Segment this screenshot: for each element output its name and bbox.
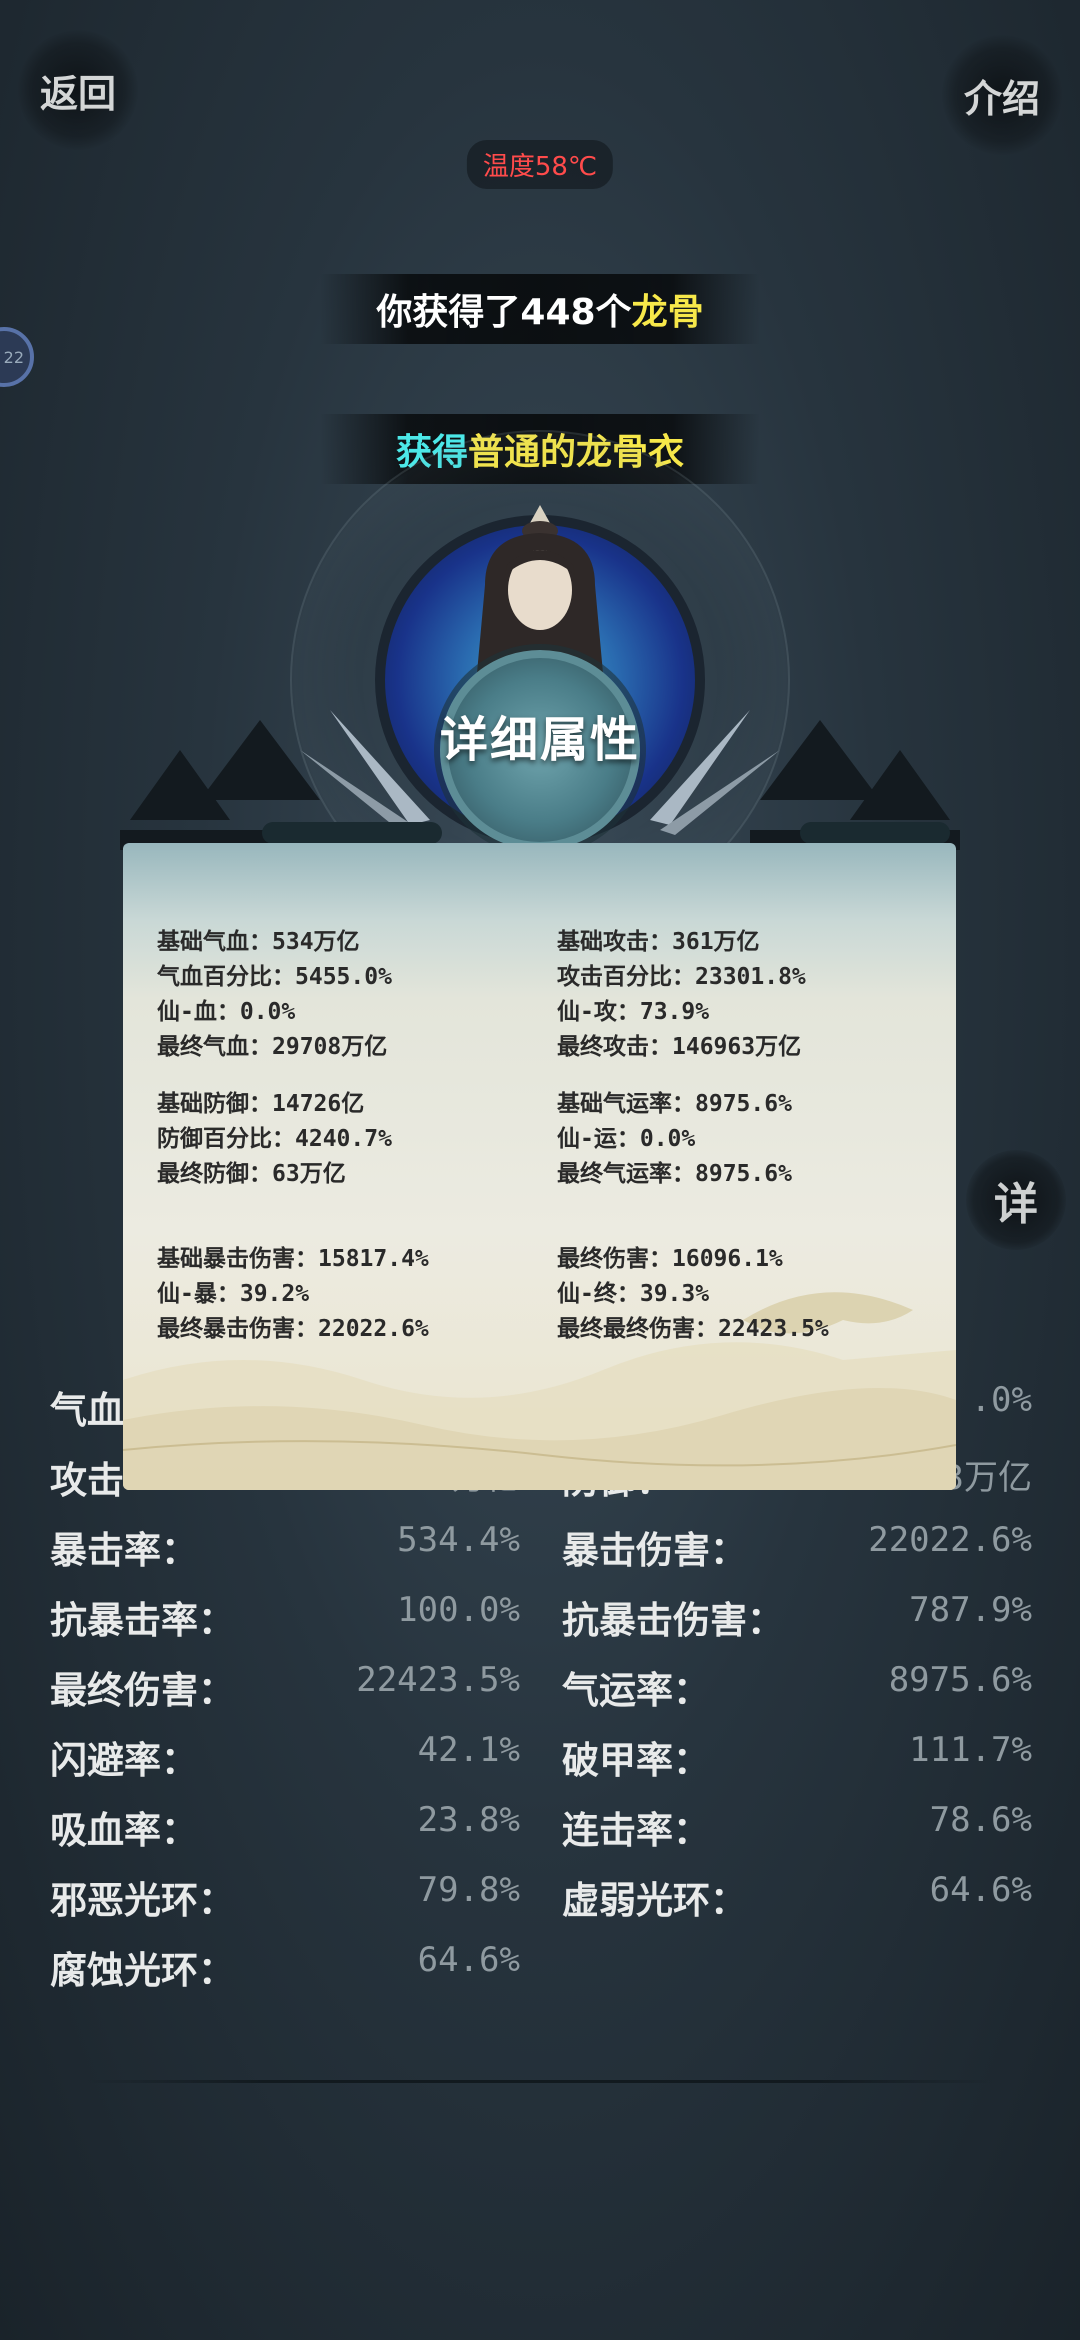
attribute-cell: 气运率： 8975.6%: [562, 1660, 1032, 1720]
attribute-line: 最终防御：63万亿: [157, 1161, 346, 1187]
attribute-line: 基础气血：534万亿: [157, 929, 360, 955]
attribute-cell: [562, 1940, 1032, 2000]
attribute-label: 破甲率：: [562, 1739, 710, 1782]
attribute-value: 64.6%: [929, 1870, 1032, 1910]
attribute-line: 仙-血：0.0%: [157, 999, 296, 1025]
attribute-value: 22022.6%: [868, 1520, 1032, 1560]
attribute-row: 吸血率： 23.8% 连击率： 78.6%: [50, 1800, 1032, 1860]
attribute-label: 抗暴击伤害：: [562, 1599, 784, 1642]
attribute-line: 基础暴击伤害：15817.4%: [157, 1246, 429, 1272]
attribute-group: 基础攻击：361万亿攻击百分比：23301.8% 仙-攻：73.9% 最终攻击：14…: [557, 925, 947, 1065]
attribute-line: 基础攻击：361万亿: [557, 929, 760, 955]
side-level-badge[interactable]: 22: [0, 327, 34, 387]
divider: [80, 2080, 1000, 2083]
attribute-label: 邪恶光环：: [50, 1879, 235, 1922]
attribute-line: 仙-终：39.3%: [557, 1281, 710, 1307]
temperature-indicator: 温度58℃: [466, 140, 614, 189]
attribute-group: 基础暴击伤害：15817.4% 仙-暴：39.2% 最终暴击伤害：22022.6%: [157, 1242, 547, 1347]
attribute-label: 攻击: [50, 1459, 124, 1502]
attribute-row: 最终伤害： 22423.5% 气运率： 8975.6%: [50, 1660, 1032, 1720]
attribute-cell: 邪恶光环： 79.8%: [50, 1870, 520, 1930]
attribute-label: 最终伤害：: [50, 1669, 235, 1712]
attribute-line: 最终气血：29708万亿: [157, 1034, 388, 1060]
attribute-label: 暴击率：: [50, 1529, 198, 1572]
attribute-value: 64.6%: [417, 1940, 520, 1980]
attribute-value: 100.0%: [397, 1590, 520, 1630]
attribute-cell: 暴击率： 534.4%: [50, 1520, 520, 1580]
attribute-value: 79.8%: [417, 1870, 520, 1910]
detail-attributes-panel: 基础气血：534万亿气血百分比：5455.0% 仙-血：0.0% 最终气血：2970…: [123, 843, 956, 1490]
attribute-line: 仙-攻：73.9%: [557, 999, 710, 1025]
attribute-group: 基础气运率：8975.6% 仙-运：0.0% 最终气运率：8975.6%: [557, 1087, 947, 1192]
attribute-cell: 闪避率： 42.1%: [50, 1730, 520, 1790]
panel-header-bar: [130, 822, 950, 844]
reward-item: 龙骨: [631, 292, 704, 333]
attribute-value: 23.8%: [417, 1800, 520, 1840]
attribute-row: 抗暴击率： 100.0% 抗暴击伤害： 787.9%: [50, 1590, 1032, 1650]
attribute-cell: 腐蚀光环： 64.6%: [50, 1940, 520, 2000]
attribute-line: 气血百分比：5455.0%: [157, 964, 392, 990]
attribute-value: 22423.5%: [356, 1660, 520, 1700]
attribute-line: 仙-暴：39.2%: [157, 1281, 310, 1307]
attribute-line: 最终暴击伤害：22022.6%: [157, 1316, 429, 1342]
attribute-cell: 吸血率： 23.8%: [50, 1800, 520, 1860]
back-button[interactable]: 返回: [18, 30, 138, 150]
attribute-line: 基础气运率：8975.6%: [557, 1091, 792, 1117]
attribute-label: 虚弱光环：: [562, 1879, 747, 1922]
attribute-label: 腐蚀光环：: [50, 1949, 235, 1992]
attribute-group: 最终伤害：16096.1% 仙-终：39.3% 最终最终伤害：22423.5%: [557, 1242, 947, 1347]
intro-button[interactable]: 介绍: [942, 35, 1062, 155]
attribute-group: 基础气血：534万亿气血百分比：5455.0% 仙-血：0.0% 最终气血：2970…: [157, 925, 547, 1065]
attribute-value: 8975.6%: [888, 1660, 1032, 1700]
attribute-label: 暴击伤害：: [562, 1529, 747, 1572]
attribute-row: 邪恶光环： 79.8% 虚弱光环： 64.6%: [50, 1870, 1032, 1930]
attribute-value: 78.6%: [929, 1800, 1032, 1840]
attribute-line: 仙-运：0.0%: [557, 1126, 696, 1152]
attribute-label: 闪避率：: [50, 1739, 198, 1782]
reward-banner: 你获得了448个 龙骨: [320, 274, 760, 344]
attribute-row: 闪避率： 42.1% 破甲率： 111.7%: [50, 1730, 1032, 1790]
attribute-label: 连击率：: [562, 1809, 710, 1852]
attribute-cell: 破甲率： 111.7%: [562, 1730, 1032, 1790]
attribute-line: 最终最终伤害：22423.5%: [557, 1316, 829, 1342]
attribute-label: 抗暴击率：: [50, 1599, 235, 1642]
attribute-cell: 抗暴击伤害： 787.9%: [562, 1590, 1032, 1650]
attribute-value: 111.7%: [909, 1730, 1032, 1770]
attribute-line: 最终气运率：8975.6%: [557, 1161, 792, 1187]
attribute-column-left: 基础气血：534万亿气血百分比：5455.0% 仙-血：0.0% 最终气血：2970…: [157, 925, 547, 1369]
attribute-cell: 最终伤害： 22423.5%: [50, 1660, 520, 1720]
attribute-value: 42.1%: [417, 1730, 520, 1770]
attribute-label: 气血: [50, 1389, 124, 1432]
attribute-cell: 抗暴击率： 100.0%: [50, 1590, 520, 1650]
attribute-label: 吸血率：: [50, 1809, 198, 1852]
panel-title: 详细属性: [439, 712, 640, 768]
attribute-column-right: 基础攻击：361万亿攻击百分比：23301.8% 仙-攻：73.9% 最终攻击：14…: [557, 925, 947, 1369]
attribute-row: 暴击率： 534.4% 暴击伤害： 22022.6%: [50, 1520, 1032, 1580]
attribute-value: .0%: [970, 1380, 1032, 1420]
attribute-line: 攻击百分比：23301.8%: [557, 964, 806, 990]
reward-text: 你获得了448个: [376, 292, 632, 333]
attribute-label: 气运率：: [562, 1669, 710, 1712]
attribute-line: 最终攻击：146963万亿: [557, 1034, 802, 1060]
attribute-cell: 暴击伤害： 22022.6%: [562, 1520, 1032, 1580]
attribute-line: 基础防御：14726亿: [157, 1091, 365, 1117]
attribute-value: 787.9%: [909, 1590, 1032, 1630]
attribute-group: 基础防御：14726亿防御百分比：4240.7% 最终防御：63万亿: [157, 1087, 547, 1192]
attribute-line: 防御百分比：4240.7%: [157, 1126, 392, 1152]
attribute-line: 最终伤害：16096.1%: [557, 1246, 783, 1272]
attribute-value: 534.4%: [397, 1520, 520, 1560]
attribute-row: 腐蚀光环： 64.6%: [50, 1940, 1030, 2000]
attribute-cell: 虚弱光环： 64.6%: [562, 1870, 1032, 1930]
detail-button[interactable]: 详: [966, 1150, 1066, 1250]
attribute-cell: 连击率： 78.6%: [562, 1800, 1032, 1860]
